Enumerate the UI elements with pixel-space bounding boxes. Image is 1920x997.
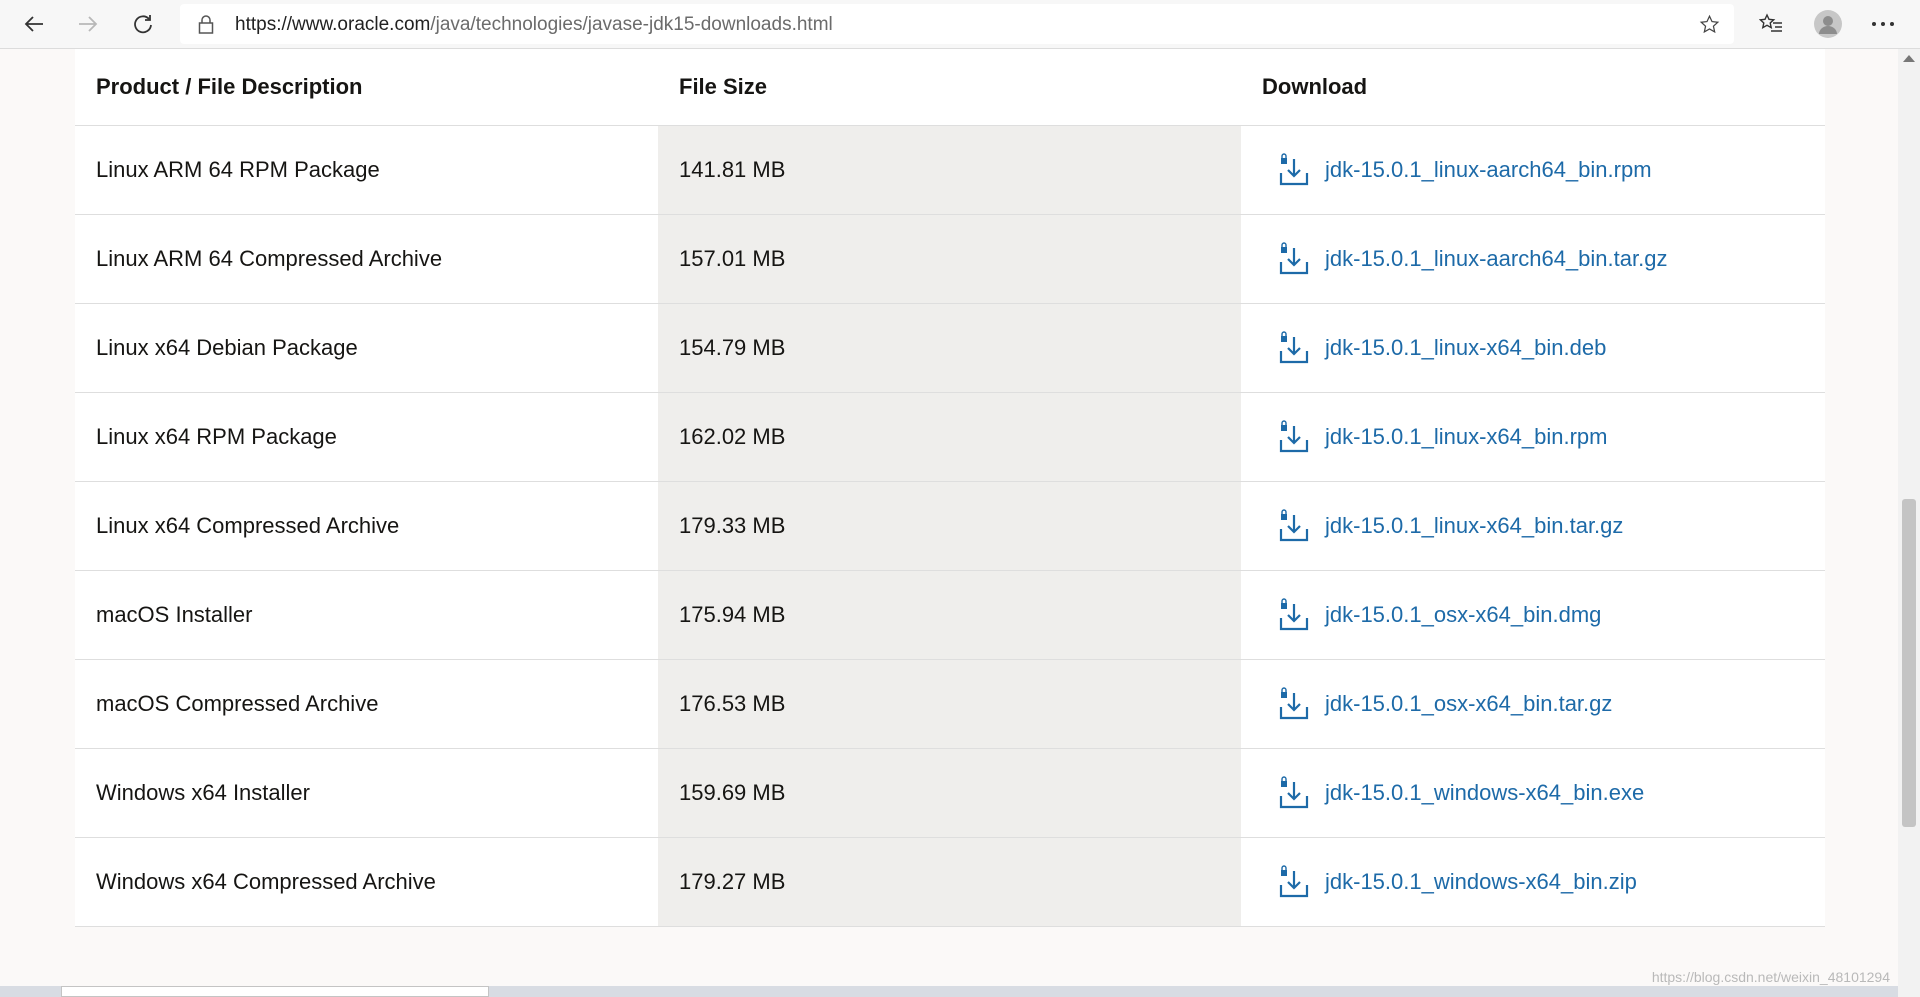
file-size-cell: 176.53 MB — [658, 660, 1241, 748]
file-size-cell: 179.33 MB — [658, 482, 1241, 570]
download-icon — [1279, 420, 1309, 453]
forward-arrow-icon — [79, 16, 98, 32]
download-link[interactable]: jdk-15.0.1_windows-x64_bin.exe — [1277, 776, 1644, 810]
refresh-button[interactable] — [123, 4, 163, 44]
lock-icon — [198, 15, 214, 34]
download-cell: jdk-15.0.1_linux-x64_bin.rpm — [1241, 393, 1825, 481]
url-domain: https://www.oracle.com — [235, 14, 431, 35]
favorites-button[interactable] — [1751, 4, 1791, 44]
browser-window: https://www.oracle.com/java/technologies… — [0, 0, 1920, 997]
product-cell: Linux x64 RPM Package — [75, 393, 658, 481]
back-button[interactable] — [14, 4, 54, 44]
download-cell: jdk-15.0.1_linux-x64_bin.deb — [1241, 304, 1825, 392]
download-file-name[interactable]: jdk-15.0.1_linux-aarch64_bin.rpm — [1325, 157, 1652, 183]
download-icon — [1279, 598, 1309, 631]
download-cell: jdk-15.0.1_windows-x64_bin.zip — [1241, 838, 1825, 926]
downloads-table: Product / File Description File Size Dow… — [75, 49, 1825, 927]
file-size-cell: 159.69 MB — [658, 749, 1241, 837]
download-link[interactable]: jdk-15.0.1_linux-x64_bin.deb — [1277, 331, 1606, 365]
download-cell: jdk-15.0.1_osx-x64_bin.tar.gz — [1241, 660, 1825, 748]
download-link[interactable]: jdk-15.0.1_linux-aarch64_bin.rpm — [1277, 153, 1652, 187]
product-cell: Windows x64 Installer — [75, 749, 658, 837]
table-row: Linux x64 RPM Package 162.02 MB jdk-15.0.1… — [75, 393, 1825, 482]
product-cell: Windows x64 Compressed Archive — [75, 838, 658, 926]
product-cell: Linux x64 Compressed Archive — [75, 482, 658, 570]
more-button[interactable] — [1863, 4, 1903, 44]
download-file-name[interactable]: jdk-15.0.1_linux-x64_bin.tar.gz — [1325, 513, 1623, 539]
download-file-name[interactable]: jdk-15.0.1_linux-aarch64_bin.tar.gz — [1325, 246, 1667, 272]
download-link[interactable]: jdk-15.0.1_osx-x64_bin.tar.gz — [1277, 687, 1612, 721]
download-cell: jdk-15.0.1_linux-aarch64_bin.rpm — [1241, 126, 1825, 214]
header-download: Download — [1241, 49, 1825, 125]
taskbar-item[interactable] — [61, 986, 489, 997]
table-row: macOS Installer 175.94 MB jdk-15.0.1_osx-x… — [75, 571, 1825, 660]
product-cell: Linux ARM 64 Compressed Archive — [75, 215, 658, 303]
download-link[interactable]: jdk-15.0.1_windows-x64_bin.zip — [1277, 865, 1637, 899]
download-file-name[interactable]: jdk-15.0.1_linux-x64_bin.deb — [1325, 335, 1606, 361]
header-product: Product / File Description — [75, 49, 658, 125]
file-size-cell: 154.79 MB — [658, 304, 1241, 392]
product-cell: macOS Compressed Archive — [75, 660, 658, 748]
file-size-cell: 179.27 MB — [658, 838, 1241, 926]
product-cell: macOS Installer — [75, 571, 658, 659]
download-link[interactable]: jdk-15.0.1_linux-x64_bin.tar.gz — [1277, 509, 1623, 543]
file-size-cell: 162.02 MB — [658, 393, 1241, 481]
download-file-name[interactable]: jdk-15.0.1_linux-x64_bin.rpm — [1325, 424, 1608, 450]
url-text: https://www.oracle.com/java/technologies… — [235, 14, 833, 36]
taskbar-strip — [0, 986, 1898, 997]
download-file-name[interactable]: jdk-15.0.1_windows-x64_bin.zip — [1325, 869, 1637, 895]
download-icon — [1279, 153, 1309, 186]
profile-icon — [1814, 10, 1842, 38]
download-file-name[interactable]: jdk-15.0.1_osx-x64_bin.dmg — [1325, 602, 1601, 628]
download-cell: jdk-15.0.1_windows-x64_bin.exe — [1241, 749, 1825, 837]
download-cell: jdk-15.0.1_linux-x64_bin.tar.gz — [1241, 482, 1825, 570]
table-header-row: Product / File Description File Size Dow… — [75, 49, 1825, 126]
refresh-icon — [134, 15, 152, 34]
download-link[interactable]: jdk-15.0.1_linux-x64_bin.rpm — [1277, 420, 1608, 454]
download-cell: jdk-15.0.1_osx-x64_bin.dmg — [1241, 571, 1825, 659]
table-row: Linux ARM 64 RPM Package 141.81 MB jdk-15.… — [75, 126, 1825, 215]
table-row: Linux x64 Compressed Archive 179.33 MB jdk… — [75, 482, 1825, 571]
table-row: Windows x64 Installer 159.69 MB jdk-15.0.1… — [75, 749, 1825, 838]
watermark-text: https://blog.csdn.net/weixin_48101294 — [1651, 969, 1890, 985]
table-row: Linux x64 Debian Package 154.79 MB jdk-15.… — [75, 304, 1825, 393]
download-icon — [1279, 331, 1309, 364]
download-icon — [1279, 865, 1309, 898]
download-link[interactable]: jdk-15.0.1_osx-x64_bin.dmg — [1277, 598, 1601, 632]
download-file-name[interactable]: jdk-15.0.1_osx-x64_bin.tar.gz — [1325, 691, 1612, 717]
download-icon — [1279, 242, 1309, 275]
download-icon — [1279, 509, 1309, 542]
download-link[interactable]: jdk-15.0.1_linux-aarch64_bin.tar.gz — [1277, 242, 1667, 276]
download-icon — [1279, 776, 1309, 809]
product-cell: Linux ARM 64 RPM Package — [75, 126, 658, 214]
scroll-thumb[interactable] — [1902, 499, 1916, 827]
vertical-scrollbar[interactable] — [1898, 49, 1920, 997]
header-file-size: File Size — [658, 49, 1241, 125]
star-icon[interactable] — [1699, 14, 1720, 35]
favorites-icon — [1759, 13, 1782, 32]
product-cell: Linux x64 Debian Package — [75, 304, 658, 392]
page-content: Product / File Description File Size Dow… — [0, 49, 1898, 986]
file-size-cell: 175.94 MB — [658, 571, 1241, 659]
table-row: Linux ARM 64 Compressed Archive 157.01 MB… — [75, 215, 1825, 304]
address-bar[interactable]: https://www.oracle.com/java/technologies… — [180, 4, 1734, 44]
download-icon — [1279, 687, 1309, 720]
download-file-name[interactable]: jdk-15.0.1_windows-x64_bin.exe — [1325, 780, 1644, 806]
scroll-up-icon[interactable] — [1903, 55, 1915, 62]
file-size-cell: 157.01 MB — [658, 215, 1241, 303]
table-row: macOS Compressed Archive 176.53 MB jdk-15.… — [75, 660, 1825, 749]
profile-button[interactable] — [1808, 4, 1848, 44]
file-size-cell: 141.81 MB — [658, 126, 1241, 214]
more-icon — [1872, 22, 1894, 26]
url-path: /java/technologies/javase-jdk15-download… — [430, 14, 833, 35]
browser-toolbar: https://www.oracle.com/java/technologies… — [0, 0, 1920, 49]
back-arrow-icon — [24, 16, 43, 32]
download-cell: jdk-15.0.1_linux-aarch64_bin.tar.gz — [1241, 215, 1825, 303]
forward-button[interactable] — [68, 4, 108, 44]
table-row: Windows x64 Compressed Archive 179.27 MB j… — [75, 838, 1825, 927]
